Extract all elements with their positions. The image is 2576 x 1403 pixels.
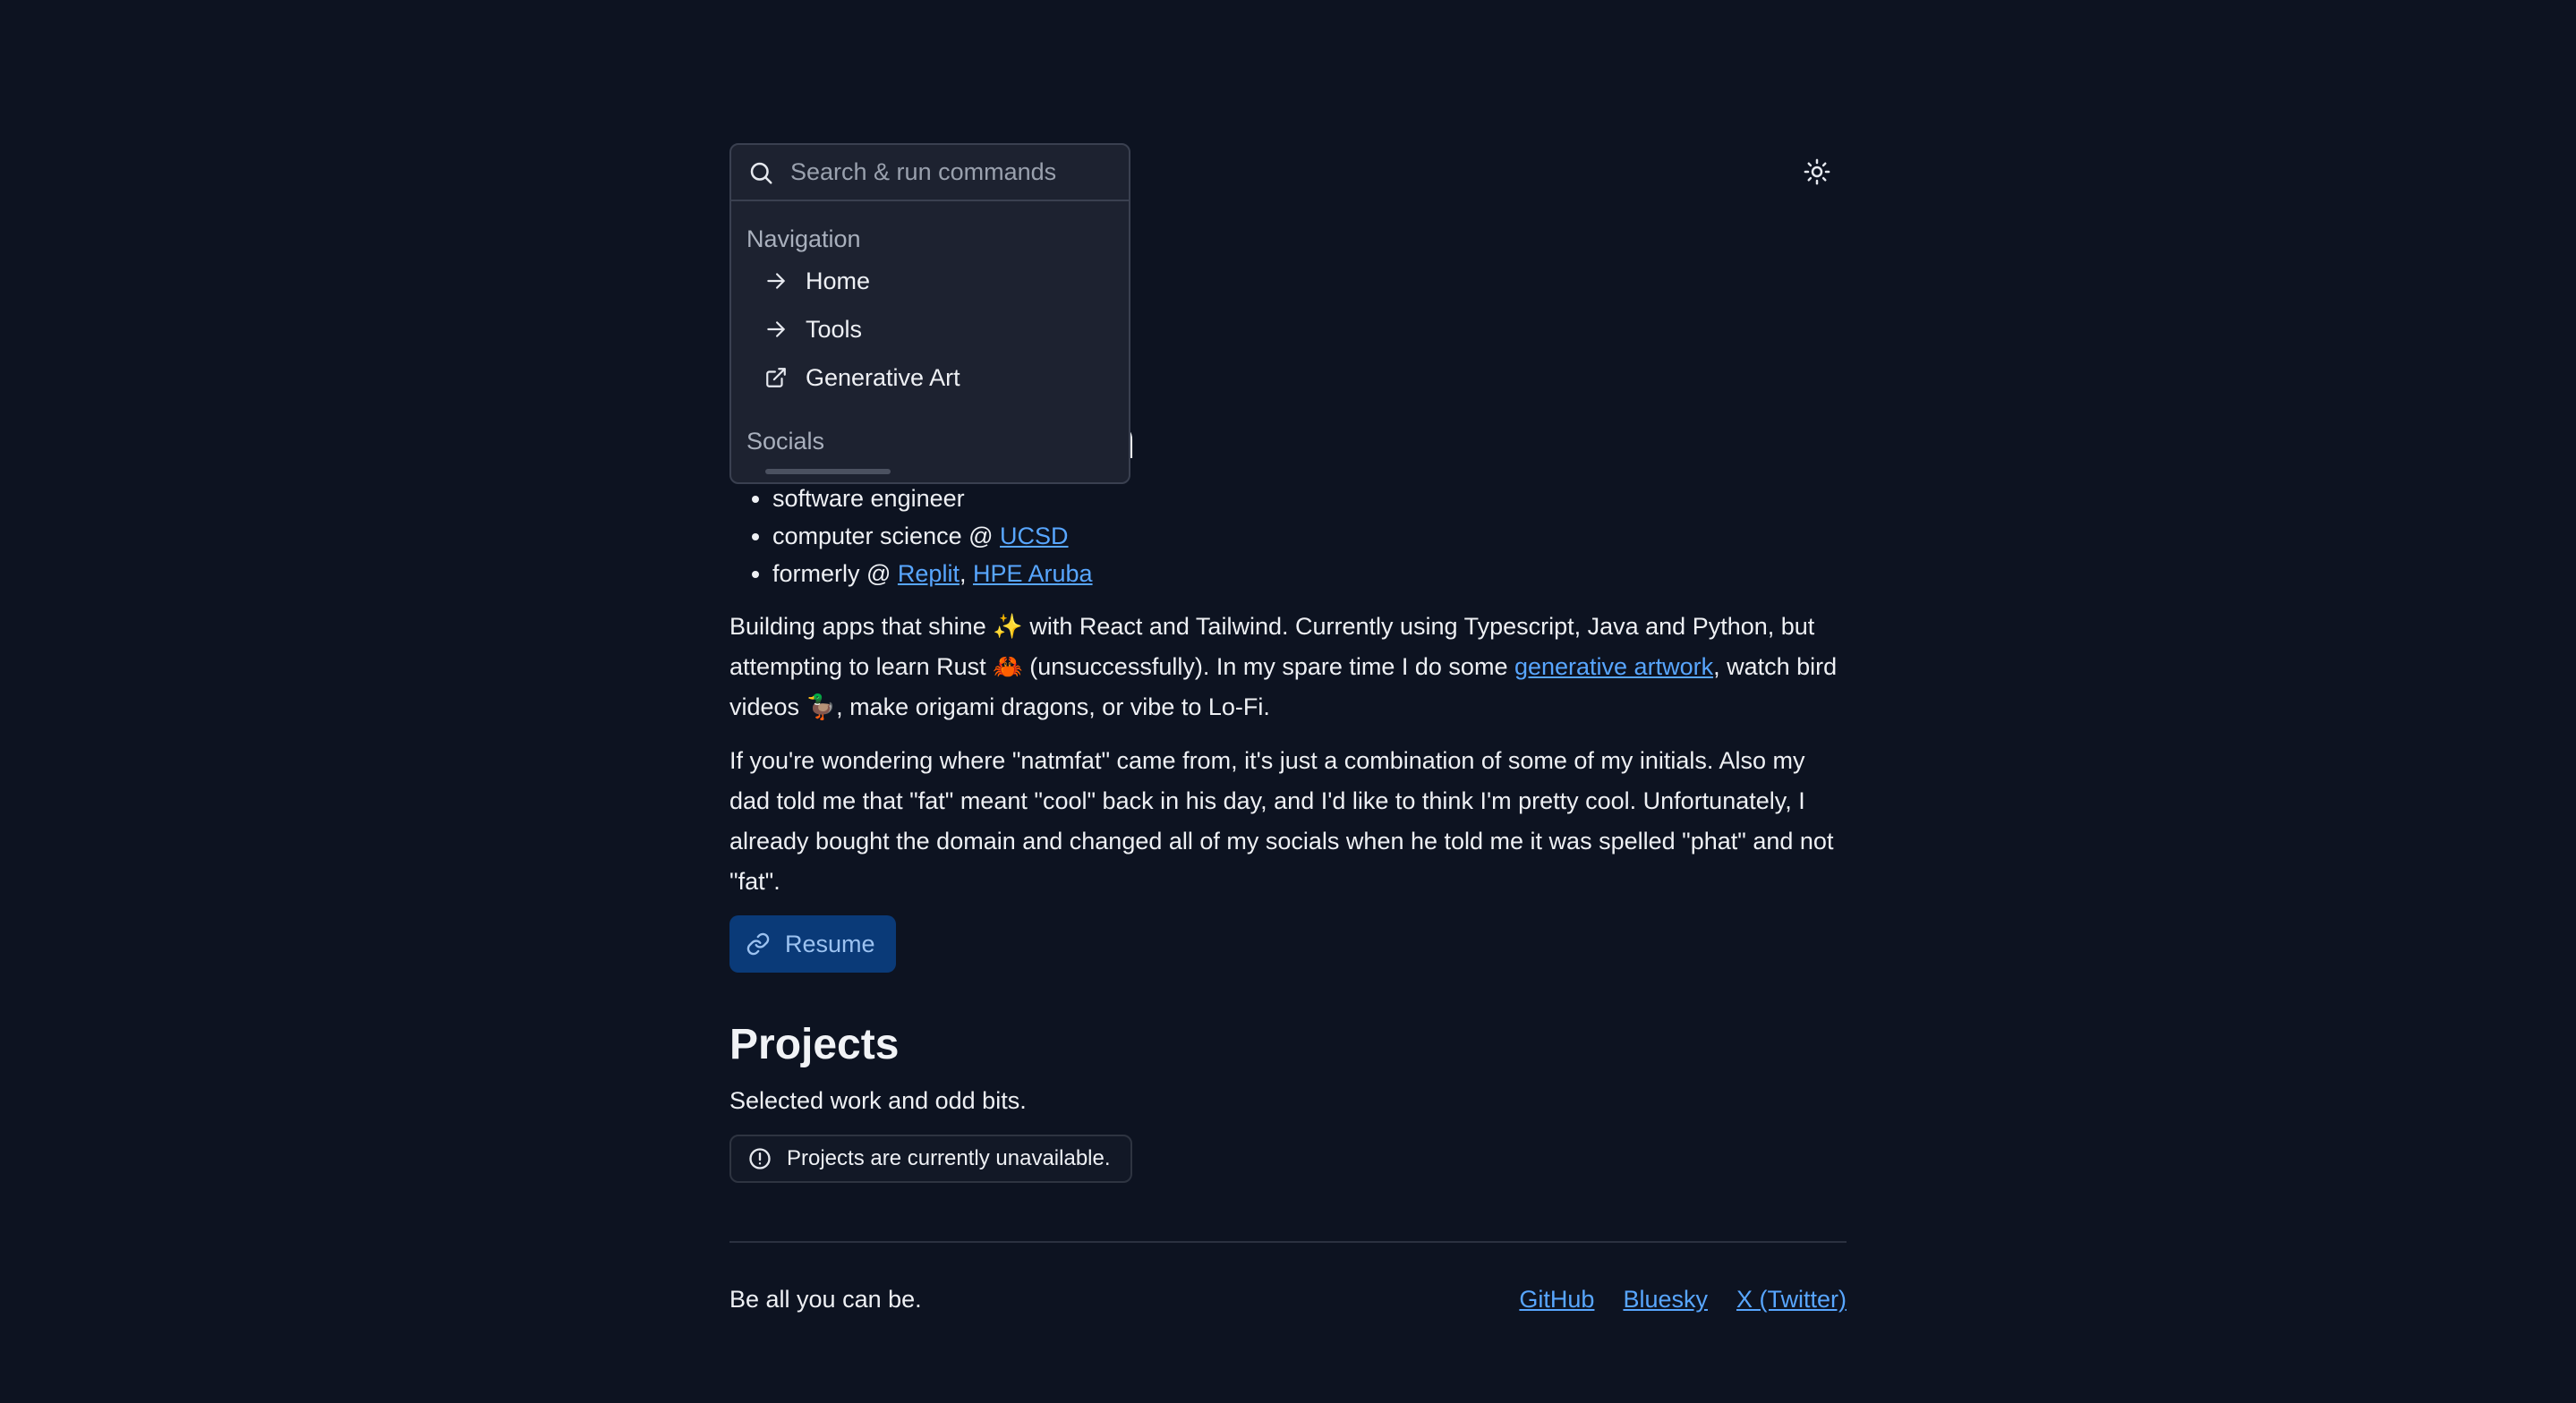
palette-scroll-overflow bbox=[731, 463, 1129, 477]
ucsd-link[interactable]: UCSD bbox=[1000, 523, 1069, 549]
projects-title: Projects bbox=[729, 1021, 900, 1068]
link-icon bbox=[746, 931, 771, 957]
palette-item-generative-art[interactable]: Generative Art bbox=[731, 353, 1129, 402]
bluesky-link[interactable]: Bluesky bbox=[1623, 1281, 1708, 1317]
palette-search-bar bbox=[731, 145, 1129, 201]
palette-item-home[interactable]: Home bbox=[731, 257, 1129, 305]
list-item: formerly @ Replit, HPE Aruba bbox=[772, 555, 1093, 592]
footer-divider bbox=[729, 1241, 1847, 1243]
palette-group-socials: Socials bbox=[746, 428, 825, 455]
resume-button[interactable]: Resume bbox=[729, 915, 896, 973]
intro-paragraph: Building apps that shine ✨ with React an… bbox=[729, 613, 1838, 720]
list-item: computer science @ UCSD bbox=[772, 517, 1093, 555]
github-link[interactable]: GitHub bbox=[1519, 1281, 1594, 1317]
palette-item-tools[interactable]: Tools bbox=[731, 305, 1129, 353]
palette-item-label: Home bbox=[806, 267, 871, 294]
theme-toggle-button[interactable] bbox=[1801, 156, 1833, 188]
command-search-input[interactable] bbox=[789, 157, 1113, 187]
projects-unavailable-notice: Projects are currently unavailable. bbox=[729, 1135, 1132, 1183]
notice-text: Projects are currently unavailable. bbox=[787, 1146, 1111, 1170]
footer-tagline: Be all you can be. bbox=[729, 1286, 922, 1313]
arrow-right-icon bbox=[764, 268, 789, 293]
info-icon bbox=[747, 1146, 772, 1171]
sun-icon bbox=[1804, 158, 1830, 185]
search-icon bbox=[750, 162, 772, 183]
twitter-link[interactable]: X (Twitter) bbox=[1736, 1281, 1847, 1317]
generative-artwork-link[interactable]: generative artwork bbox=[1514, 653, 1713, 680]
command-palette: Navigation Home Tools Generative Art Soc… bbox=[729, 143, 1130, 484]
palette-group-navigation: Navigation bbox=[746, 225, 861, 252]
replit-link[interactable]: Replit bbox=[898, 560, 960, 587]
palette-item-label: Tools bbox=[806, 315, 863, 343]
name-origin-paragraph: If you're wondering where "natmfat" came… bbox=[729, 747, 1834, 895]
projects-subtitle: Selected work and odd bits. bbox=[729, 1087, 1027, 1114]
hpe-aruba-link[interactable]: HPE Aruba bbox=[973, 560, 1093, 587]
bio-list: software engineer computer science @ UCS… bbox=[729, 480, 1093, 592]
arrow-right-icon bbox=[764, 317, 789, 342]
palette-item-label: Generative Art bbox=[806, 363, 960, 391]
external-link-icon bbox=[764, 365, 789, 390]
list-item: software engineer bbox=[772, 480, 1093, 517]
resume-label: Resume bbox=[785, 930, 875, 957]
footer-links: GitHub Bluesky X (Twitter) bbox=[1519, 1281, 1847, 1317]
